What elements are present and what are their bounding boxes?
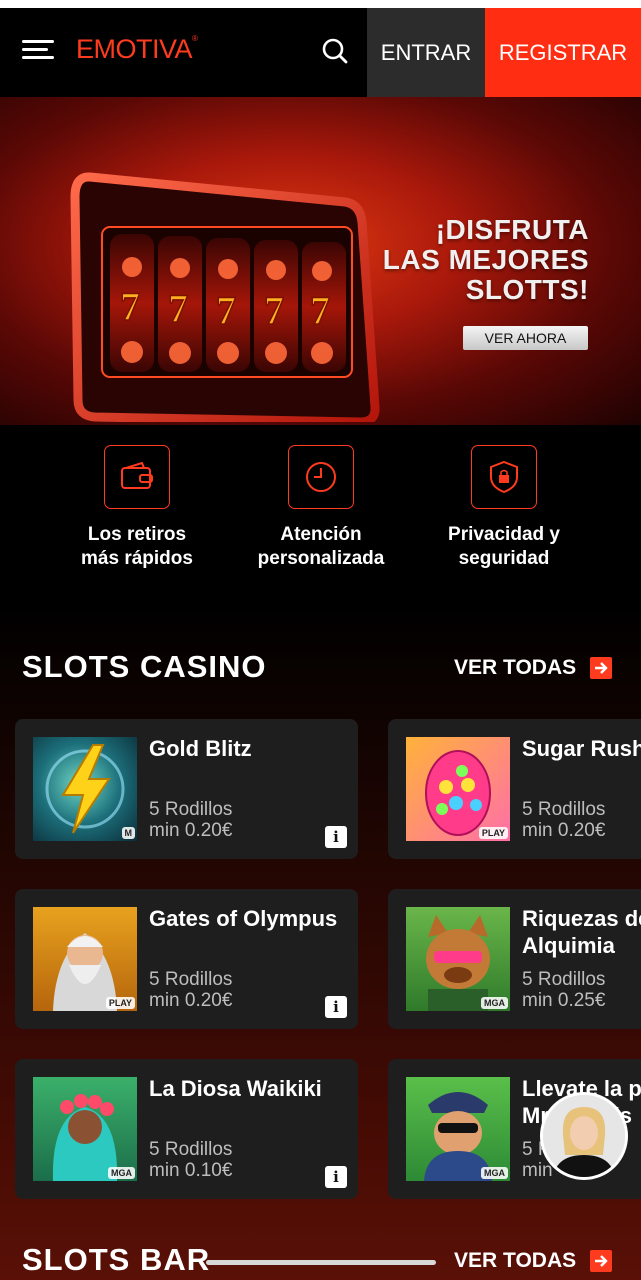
provider-badge: PLAY [478, 827, 508, 839]
reel-seven: 7 [168, 286, 188, 331]
game-name: Gates of Olympus [149, 906, 338, 931]
game-thumbnail: MGA [406, 907, 510, 1011]
reel-seven: 7 [310, 288, 330, 333]
game-name: Riquezas de Alquimia [522, 906, 641, 958]
hero-cta-button[interactable]: VER AHORA [463, 326, 588, 350]
game-reels: 5 Rodillos [149, 969, 233, 990]
feature-privacy-security: Privacidad y seguridad [414, 445, 594, 571]
feature-label: más rápidos [81, 548, 193, 569]
top-bar: EMOTIVA® ENTRAR REGISTRAR [0, 0, 641, 97]
hero-banner[interactable]: 7 7 7 7 7 ¡DISFRUTA LAS MEJORES SLOTTS! [0, 97, 641, 425]
game-card-sugar-rush[interactable]: PLAY Sugar Rush 5 Rodillos min 0.20€ [388, 719, 641, 859]
feature-label: Los retiros [87, 524, 187, 545]
search-icon[interactable] [318, 34, 352, 68]
status-strip [0, 0, 641, 8]
slot-machine-illustration: 7 7 7 7 7 [70, 172, 380, 422]
arrow-right-icon [590, 1250, 613, 1272]
game-card-gold-blitz[interactable]: M Gold Blitz 5 Rodillos min 0.20€ i [15, 719, 358, 859]
login-button[interactable]: ENTRAR [367, 8, 485, 97]
features-row: Los retiros más rápidos Atención personali… [0, 425, 641, 605]
arrow-right-icon [590, 657, 613, 679]
games-section: SLOTS CASINO VER TODAS M Gold Blitz 5 Ro… [0, 605, 641, 1280]
game-name: La Diosa Waikiki [149, 1076, 322, 1101]
game-min-bet: min 0.25€ [522, 990, 606, 1011]
slots-bar-see-all-link[interactable]: VER TODAS [454, 1249, 613, 1273]
provider-badge: M [121, 827, 135, 839]
game-min-bet: min 0.20€ [522, 820, 606, 841]
provider-badge: PLAY [105, 997, 135, 1009]
game-thumbnail: PLAY [33, 907, 137, 1011]
slots-casino-title: SLOTS CASINO [22, 649, 267, 684]
feature-label: Atención [280, 524, 362, 545]
home-indicator [206, 1260, 436, 1265]
reel-seven: 7 [216, 288, 236, 333]
game-thumbnail: M [33, 737, 137, 841]
game-min-bet: min 0.20€ [149, 820, 233, 841]
slots-bar-title: SLOTS BAR [22, 1242, 211, 1277]
game-card-riquezas-de-alquimia[interactable]: MGA Riquezas de Alquimia 5 Rodillos min … [388, 889, 641, 1029]
brand-logo[interactable]: EMOTIVA® [76, 34, 198, 65]
game-reels: 5 Rodillos [149, 1139, 233, 1160]
game-reels: 5 Rodillos [149, 799, 233, 820]
feature-label: seguridad [458, 548, 550, 569]
provider-badge: MGA [108, 1167, 135, 1179]
wallet-icon [104, 445, 170, 509]
game-reels: 5 Rodillos [522, 799, 606, 820]
slots-casino-see-all-link[interactable]: VER TODAS [454, 656, 613, 680]
feature-label: Privacidad y [448, 524, 560, 545]
provider-badge: MGA [481, 997, 508, 1009]
feature-personal-support: Atención personalizada [231, 445, 411, 571]
game-card-gates-of-olympus[interactable]: PLAY Gates of Olympus 5 Rodillos min 0.2… [15, 889, 358, 1029]
game-thumbnail: MGA [406, 1077, 510, 1181]
hero-headline: ¡DISFRUTA LAS MEJORES SLOTTS! [382, 214, 589, 305]
game-thumbnail: PLAY [406, 737, 510, 841]
info-icon[interactable]: i [325, 1166, 347, 1188]
game-reels: 5 Rodillos [522, 969, 606, 990]
clock-icon [288, 445, 354, 509]
support-chat-avatar[interactable] [540, 1092, 628, 1180]
game-card-la-diosa-waikiki[interactable]: MGA La Diosa Waikiki 5 Rodillos min 0.10… [15, 1059, 358, 1199]
game-min-bet: min [522, 1160, 553, 1181]
info-icon[interactable]: i [325, 996, 347, 1018]
hamburger-icon[interactable] [22, 38, 54, 62]
game-thumbnail: MGA [33, 1077, 137, 1181]
reel-seven: 7 [120, 284, 140, 329]
game-name: Sugar Rush [522, 736, 641, 761]
reel-seven: 7 [264, 288, 284, 333]
game-min-bet: min 0.10€ [149, 1160, 233, 1181]
register-button[interactable]: REGISTRAR [485, 8, 641, 97]
shield-lock-icon [471, 445, 537, 509]
game-min-bet: min 0.20€ [149, 990, 233, 1011]
provider-badge: MGA [481, 1167, 508, 1179]
feature-fast-withdrawals: Los retiros más rápidos [47, 445, 227, 571]
game-name: Gold Blitz [149, 736, 252, 761]
info-icon[interactable]: i [325, 826, 347, 848]
feature-label: personalizada [257, 548, 385, 569]
